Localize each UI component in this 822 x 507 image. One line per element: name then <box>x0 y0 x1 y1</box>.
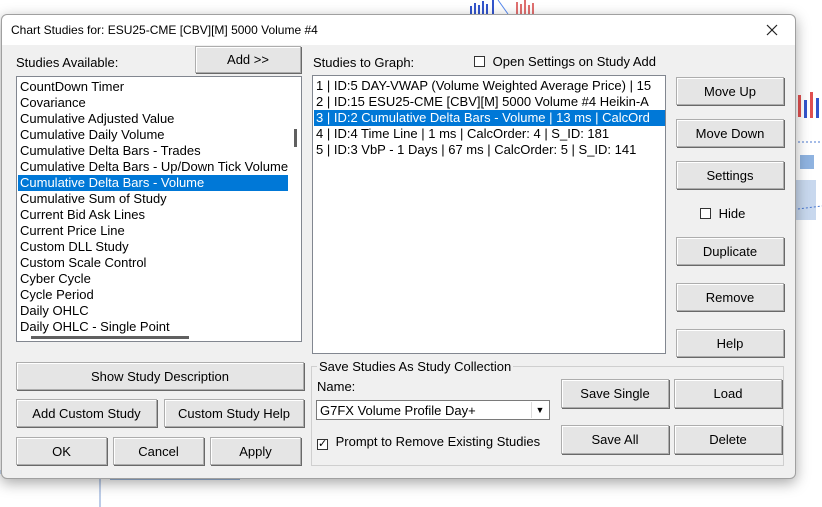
apply-button[interactable]: Apply <box>210 437 301 465</box>
list-item[interactable]: Covariance <box>18 95 288 111</box>
add-button[interactable]: Add >> <box>195 46 301 73</box>
collection-name-combo[interactable]: G7FX Volume Profile Day+ ▼ <box>316 400 550 420</box>
vertical-scrollbar-thumb[interactable] <box>294 129 297 147</box>
list-item[interactable]: Cycle Period <box>18 287 288 303</box>
prompt-remove-label: Prompt to Remove Existing Studies <box>335 434 541 449</box>
studies-to-graph-list[interactable]: 1 | ID:5 DAY-VWAP (Volume Weighted Avera… <box>312 75 666 354</box>
open-settings-checkbox-box[interactable] <box>474 56 485 67</box>
cancel-button[interactable]: Cancel <box>113 437 204 465</box>
list-item[interactable]: Daily OHLC - Single Point <box>18 319 288 335</box>
list-item[interactable]: Cumulative Daily Volume <box>18 127 288 143</box>
duplicate-button[interactable]: Duplicate <box>676 237 784 265</box>
hide-label: Hide <box>718 206 746 221</box>
studies-available-label: Studies Available: <box>16 55 119 70</box>
study-collection-group-label: Save Studies As Study Collection <box>317 359 514 374</box>
move-down-button[interactable]: Move Down <box>676 119 784 147</box>
window-title: Chart Studies for: ESU25-CME [CBV][M] 50… <box>11 23 318 37</box>
studies-available-list[interactable]: CountDown Timer Covariance Cumulative Adju… <box>16 76 302 342</box>
list-item[interactable]: Cumulative Delta Bars - Up/Down Tick Vol… <box>18 159 288 175</box>
hide-checkbox-box[interactable] <box>700 208 711 219</box>
list-item[interactable]: 4 | ID:4 Time Line | 1 ms | CalcOrder: 4… <box>314 126 665 142</box>
background-chart-bars <box>470 0 534 14</box>
list-item[interactable]: Current Bid Ask Lines <box>18 207 288 223</box>
list-item[interactable]: CountDown Timer <box>18 79 288 95</box>
collection-name-label: Name: <box>317 379 356 394</box>
show-study-description-button[interactable]: Show Study Description <box>16 362 304 390</box>
close-button[interactable] <box>749 15 795 45</box>
save-all-button[interactable]: Save All <box>561 425 669 454</box>
settings-button[interactable]: Settings <box>676 161 784 189</box>
horizontal-scrollbar-thumb[interactable] <box>31 336 189 339</box>
studies-to-graph-label: Studies to Graph: <box>313 55 415 70</box>
help-button[interactable]: Help <box>676 329 784 357</box>
title-bar: Chart Studies for: ESU25-CME [CBV][M] 50… <box>2 15 795 45</box>
list-item[interactable]: 3 | ID:2 Cumulative Delta Bars - Volume … <box>314 110 665 126</box>
remove-button[interactable]: Remove <box>676 283 784 311</box>
hide-checkbox[interactable]: Hide <box>700 206 745 221</box>
list-item[interactable]: Daily OHLC <box>18 303 288 319</box>
prompt-remove-checkbox[interactable]: ✓ Prompt to Remove Existing Studies <box>317 434 540 450</box>
prompt-remove-checkbox-box[interactable]: ✓ <box>317 439 328 450</box>
ok-button[interactable]: OK <box>16 437 107 465</box>
list-item[interactable]: Cyber Cycle <box>18 271 288 287</box>
open-settings-label: Open Settings on Study Add <box>492 54 656 69</box>
list-item[interactable]: Cumulative Adjusted Value <box>18 111 288 127</box>
save-single-button[interactable]: Save Single <box>561 379 669 408</box>
move-up-button[interactable]: Move Up <box>676 77 784 105</box>
custom-study-help-button[interactable]: Custom Study Help <box>164 399 304 427</box>
list-item[interactable]: Custom Scale Control <box>18 255 288 271</box>
list-item[interactable]: Cumulative Delta Bars - Volume <box>18 175 288 191</box>
load-button[interactable]: Load <box>674 379 782 408</box>
list-item[interactable]: Custom DLL Study <box>18 239 288 255</box>
list-item[interactable]: Cumulative Delta Bars - Trades <box>18 143 288 159</box>
list-item[interactable]: 5 | ID:3 VbP - 1 Days | 67 ms | CalcOrde… <box>314 142 665 158</box>
chevron-down-icon[interactable]: ▼ <box>531 402 548 418</box>
delete-button[interactable]: Delete <box>674 425 782 454</box>
collection-name-value: G7FX Volume Profile Day+ <box>320 403 476 418</box>
add-custom-study-button[interactable]: Add Custom Study <box>16 399 157 427</box>
list-item[interactable]: 2 | ID:15 ESU25-CME [CBV][M] 5000 Volume… <box>314 94 665 110</box>
list-item[interactable]: Current Price Line <box>18 223 288 239</box>
list-item[interactable]: Cumulative Sum of Study <box>18 191 288 207</box>
close-icon <box>766 24 778 36</box>
list-item[interactable]: 1 | ID:5 DAY-VWAP (Volume Weighted Avera… <box>314 78 665 94</box>
open-settings-checkbox[interactable]: Open Settings on Study Add <box>474 54 656 69</box>
chart-studies-dialog: Chart Studies for: ESU25-CME [CBV][M] 50… <box>1 14 796 479</box>
